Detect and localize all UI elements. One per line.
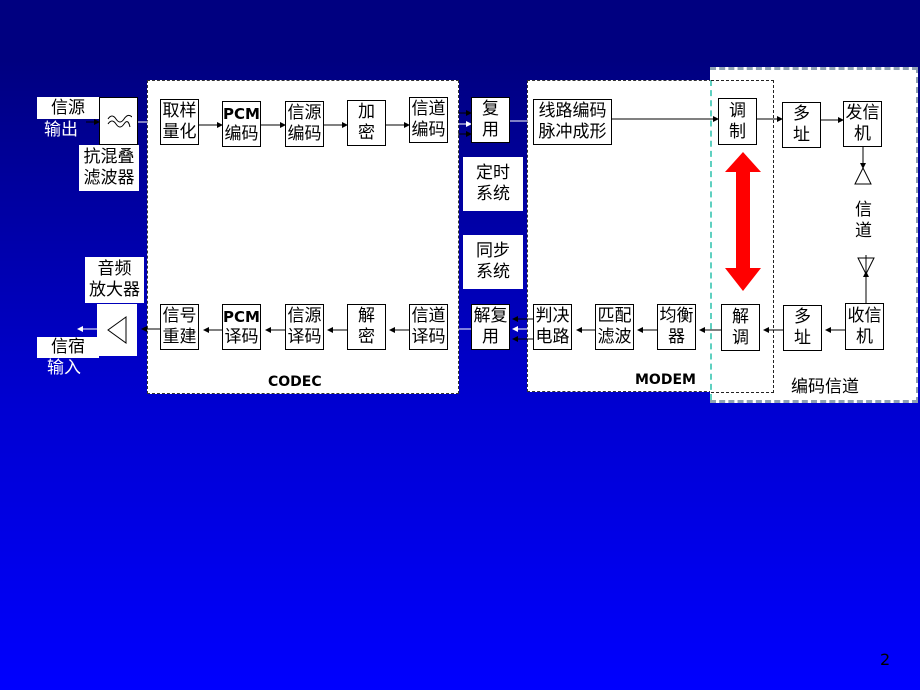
source-output-bottom-text: 输出 (44, 120, 78, 140)
audio-amp-text: 音频 放大器 (89, 259, 140, 300)
block-text: 信源 编码 (287, 103, 322, 144)
audio-amp-label: 音频 放大器 (85, 257, 144, 303)
encoded-channel-label: 编码信道 (791, 377, 859, 397)
equalizer-block: 均衡 器 (657, 304, 696, 350)
block-text: 收信 机 (847, 305, 882, 347)
codec-label: CODEC (268, 374, 322, 390)
block-text: 信道 编码 (411, 99, 446, 140)
timing-system-block: 定时 系统 (463, 157, 523, 211)
channel-decode-block: 信道 译码 (409, 304, 448, 350)
block-text: 取样 量化 (162, 101, 197, 142)
line-code-block: 线路编码 脉冲成形 (533, 99, 612, 145)
receiver-block: 收信 机 (845, 303, 884, 350)
pcm-decode-block: PCM 译码 (222, 304, 261, 350)
encrypt-block: 加 密 (347, 100, 386, 146)
block-text: 多 址 (794, 307, 811, 348)
channel-encode-block: 信道 编码 (409, 97, 448, 143)
sync-system-block: 同步 系统 (463, 235, 523, 289)
multiplex-block: 复 用 (471, 97, 510, 143)
block-text: 均衡 器 (659, 306, 694, 347)
source-decode-block: 信源 译码 (285, 304, 324, 350)
block-text: 解 密 (358, 306, 375, 347)
matched-filter-block: 匹配 滤波 (595, 304, 634, 350)
amplifier-triangle-icon (107, 316, 127, 344)
block-text: 匹配 滤波 (597, 306, 632, 347)
sample-quantize-block: 取样 量化 (160, 99, 199, 145)
antialias-filter-text: 抗混叠 滤波器 (83, 147, 135, 188)
antialias-filter-symbol (99, 97, 138, 145)
audio-amplifier-symbol (97, 304, 137, 356)
decrypt-block: 解 密 (347, 304, 386, 350)
sink-input-label: 信宿 (37, 337, 99, 358)
multi-access-rx-block: 多 址 (783, 305, 822, 351)
block-text: 解复 用 (473, 306, 508, 347)
pcm-encode-block: PCM 编码 (222, 101, 261, 147)
lowpass-filter-icon (107, 114, 132, 128)
sink-input-bottom-text: 输入 (47, 358, 81, 378)
modem-label: MODEM (635, 372, 696, 388)
block-text: 多 址 (793, 104, 810, 145)
source-output-label: 信源 (37, 97, 99, 119)
channel-label: 信 道 (855, 200, 872, 241)
signal-rebuild-block: 信号 重建 (160, 304, 199, 350)
block-text-top: PCM (223, 308, 260, 326)
source-encode-block: 信源 编码 (285, 101, 324, 147)
block-text: 复 用 (482, 99, 499, 140)
block-text-bottom: 译码 (224, 327, 259, 347)
block-text: 发信 机 (845, 103, 880, 144)
sink-input-top-text: 信宿 (51, 337, 85, 357)
block-text-bottom: 编码 (224, 124, 259, 144)
block-text: 信号 重建 (162, 306, 197, 347)
demultiplex-block: 解复 用 (471, 304, 510, 350)
page-number: 2 (880, 650, 891, 669)
block-text: 判决 电路 (535, 306, 570, 347)
block-text: 同步 系统 (476, 241, 510, 282)
block-text: 信道 译码 (411, 306, 446, 347)
block-text: 线路编码 脉冲成形 (538, 101, 607, 142)
antialias-filter-label: 抗混叠 滤波器 (79, 145, 139, 191)
demodulate-block: 解 调 (721, 304, 760, 351)
multi-access-tx-block: 多 址 (782, 102, 821, 148)
block-text: 解 调 (732, 306, 749, 348)
block-text: 调 制 (729, 100, 746, 142)
transmitter-block: 发信 机 (843, 101, 882, 147)
block-text-top: PCM (223, 105, 260, 123)
block-text: 加 密 (358, 102, 375, 143)
block-text: 信源 译码 (287, 306, 322, 347)
source-output-top-text: 信源 (51, 97, 85, 118)
decision-circuit-block: 判决 电路 (533, 304, 572, 350)
modulate-block: 调 制 (718, 98, 757, 145)
block-text: 定时 系统 (476, 163, 510, 204)
